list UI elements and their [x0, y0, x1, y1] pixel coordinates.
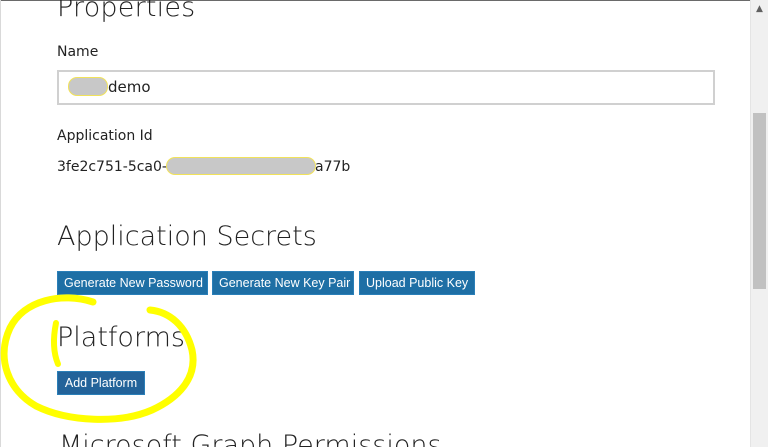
name-input[interactable]: demo [57, 70, 715, 105]
application-id-prefix: 3fe2c751-5ca0- [57, 159, 167, 175]
up-arrow-icon[interactable]: ▲ [751, 0, 768, 17]
left-border [0, 0, 1, 447]
application-id-value: 3fe2c751-5ca0- a77b [57, 157, 351, 175]
platforms-heading: Platforms [57, 322, 185, 353]
generate-new-key-pair-button[interactable]: Generate New Key Pair [212, 271, 354, 295]
redacted-application-id [166, 157, 315, 174]
application-secrets-heading: Application Secrets [57, 221, 317, 252]
microsoft-graph-permissions-heading: Microsoft Graph Permissions [59, 430, 442, 447]
vertical-scrollbar[interactable]: ▲ [750, 0, 768, 447]
properties-heading: Properties [57, 0, 196, 23]
application-id-suffix: a77b [314, 159, 351, 175]
application-id-label: Application Id [57, 128, 153, 144]
scrollbar-thumb[interactable] [753, 113, 766, 289]
generate-new-password-button[interactable]: Generate New Password [57, 271, 208, 295]
redacted-name-prefix [69, 77, 107, 95]
name-label: Name [57, 44, 99, 60]
name-value-suffix: demo [108, 78, 151, 96]
yellow-highlight-annotation [0, 294, 197, 423]
upload-public-key-button[interactable]: Upload Public Key [359, 271, 475, 295]
add-platform-button[interactable]: Add Platform [57, 371, 145, 395]
app-registration-page: Properties Name demo Application Id 3fe2… [0, 0, 768, 447]
